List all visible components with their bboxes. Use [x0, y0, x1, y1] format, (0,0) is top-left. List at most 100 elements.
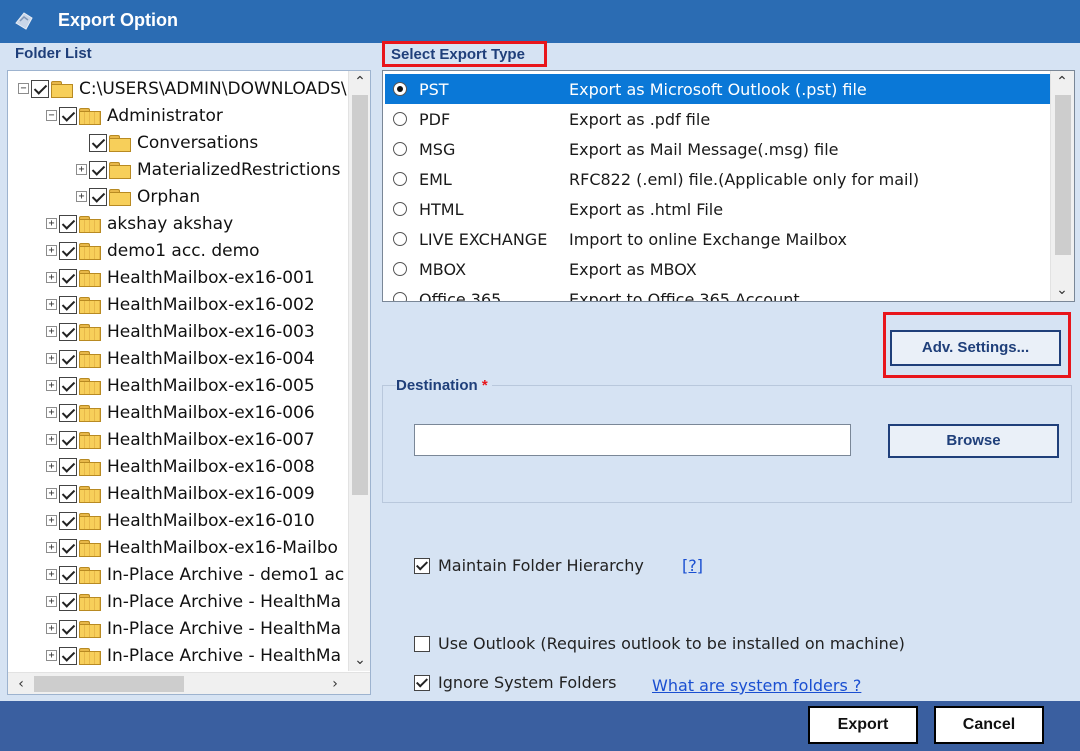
export-list-scrollbar[interactable]: ⌃ ⌄ — [1050, 71, 1074, 301]
folder-checkbox[interactable] — [59, 457, 77, 476]
folder-tree-item[interactable]: + HealthMailbox-ex16-008 — [46, 453, 315, 480]
folder-checkbox[interactable] — [59, 349, 77, 368]
export-radio-button[interactable] — [393, 172, 407, 186]
expand-icon[interactable]: + — [46, 245, 57, 256]
expand-icon[interactable]: + — [46, 218, 57, 229]
folder-tree-vertical-scrollbar[interactable]: ⌃ ⌄ — [348, 71, 370, 671]
maintain-hierarchy-help-link[interactable]: [?] — [682, 556, 703, 575]
export-option-live-exchange[interactable]: LIVE EXCHANGE Import to online Exchange M… — [385, 224, 1050, 254]
folder-tree-item[interactable]: + HealthMailbox-ex16-009 — [46, 480, 315, 507]
system-folders-help-link[interactable]: What are system folders ? — [652, 676, 861, 695]
folder-tree-item[interactable]: + HealthMailbox-ex16-002 — [46, 291, 315, 318]
expand-icon[interactable]: + — [46, 326, 57, 337]
folder-checkbox[interactable] — [59, 619, 77, 638]
folder-checkbox[interactable] — [59, 511, 77, 530]
export-option-office-365[interactable]: Office 365 Export to Office 365 Account — [385, 284, 1050, 301]
export-radio-button[interactable] — [393, 142, 407, 156]
ignore-system-folders-checkbox[interactable] — [414, 674, 430, 691]
scrollbar-thumb[interactable] — [34, 676, 184, 692]
collapse-icon[interactable]: − — [46, 110, 57, 121]
folder-tree-item[interactable]: + In-Place Archive - demo1 ac — [46, 561, 344, 588]
folder-tree-horizontal-scrollbar[interactable]: ‹ › — [8, 672, 370, 694]
folder-checkbox[interactable] — [59, 565, 77, 584]
expand-icon[interactable]: + — [46, 353, 57, 364]
export-radio-button[interactable] — [393, 232, 407, 246]
scrollbar-thumb[interactable] — [352, 95, 368, 495]
export-radio-button[interactable] — [393, 262, 407, 276]
export-option-pdf[interactable]: PDF Export as .pdf file — [385, 104, 1050, 134]
browse-button[interactable]: Browse — [888, 424, 1059, 458]
expand-icon[interactable]: + — [46, 380, 57, 391]
folder-tree-item[interactable]: + demo1 acc. demo — [46, 237, 260, 264]
folder-tree-item[interactable]: + HealthMailbox-ex16-003 — [46, 318, 315, 345]
folder-tree-item[interactable]: − C:\USERS\ADMIN\DOWNLOADS\ — [18, 75, 347, 102]
use-outlook-option[interactable]: Use Outlook (Requires outlook to be inst… — [414, 634, 905, 653]
expand-icon[interactable]: + — [46, 488, 57, 499]
folder-tree-item[interactable]: + In-Place Archive - HealthMa — [46, 615, 341, 642]
destination-path-input[interactable] — [414, 424, 851, 456]
scroll-up-icon[interactable]: ⌃ — [1051, 71, 1073, 93]
scroll-down-icon[interactable]: ⌄ — [1051, 279, 1073, 301]
scroll-right-icon[interactable]: › — [324, 673, 346, 694]
folder-tree-item[interactable]: + In-Place Archive - HealthMa — [46, 588, 341, 615]
folder-checkbox[interactable] — [59, 538, 77, 557]
expand-icon[interactable]: + — [46, 569, 57, 580]
scroll-down-icon[interactable]: ⌄ — [349, 649, 370, 671]
expand-icon[interactable]: + — [46, 434, 57, 445]
expand-icon[interactable]: + — [76, 164, 87, 175]
adv-settings-button[interactable]: Adv. Settings... — [890, 330, 1061, 366]
maintain-folder-hierarchy-checkbox[interactable] — [414, 557, 430, 574]
expand-icon[interactable]: + — [46, 596, 57, 607]
folder-checkbox[interactable] — [89, 133, 107, 152]
export-button[interactable]: Export — [808, 706, 918, 744]
export-option-msg[interactable]: MSG Export as Mail Message(.msg) file — [385, 134, 1050, 164]
folder-checkbox[interactable] — [59, 106, 77, 125]
folder-checkbox[interactable] — [59, 214, 77, 233]
folder-tree-item[interactable]: + HealthMailbox-ex16-001 — [46, 264, 315, 291]
folder-checkbox[interactable] — [89, 187, 107, 206]
ignore-system-folders-option[interactable]: Ignore System Folders — [414, 673, 617, 692]
folder-checkbox[interactable] — [59, 646, 77, 665]
export-option-pst[interactable]: PST Export as Microsoft Outlook (.pst) fi… — [385, 74, 1050, 104]
folder-checkbox[interactable] — [59, 403, 77, 422]
folder-checkbox[interactable] — [59, 430, 77, 449]
folder-checkbox[interactable] — [89, 160, 107, 179]
use-outlook-checkbox[interactable] — [414, 635, 430, 652]
folder-checkbox[interactable] — [59, 592, 77, 611]
expand-icon[interactable]: + — [46, 299, 57, 310]
folder-tree-item[interactable]: + HealthMailbox-ex16-005 — [46, 372, 315, 399]
folder-tree-item[interactable]: + Orphan — [76, 183, 200, 210]
collapse-icon[interactable]: − — [18, 83, 29, 94]
expand-icon[interactable]: + — [76, 191, 87, 202]
maintain-folder-hierarchy-option[interactable]: Maintain Folder Hierarchy — [414, 556, 644, 575]
folder-tree-item[interactable]: + HealthMailbox-ex16-006 — [46, 399, 315, 426]
folder-checkbox[interactable] — [59, 322, 77, 341]
folder-tree-item[interactable]: + HealthMailbox-ex16-004 — [46, 345, 315, 372]
export-option-eml[interactable]: EML RFC822 (.eml) file.(Applicable only f… — [385, 164, 1050, 194]
expand-icon[interactable]: + — [46, 461, 57, 472]
folder-checkbox[interactable] — [59, 484, 77, 503]
expand-icon[interactable]: + — [46, 650, 57, 661]
expand-icon[interactable]: + — [46, 407, 57, 418]
folder-checkbox[interactable] — [59, 241, 77, 260]
export-radio-button[interactable] — [393, 292, 407, 301]
export-radio-button[interactable] — [393, 82, 407, 96]
folder-tree-item[interactable]: − Administrator — [46, 102, 223, 129]
folder-tree-item[interactable]: Conversations — [76, 129, 258, 156]
expand-icon[interactable]: + — [46, 515, 57, 526]
expand-icon[interactable]: + — [46, 272, 57, 283]
export-radio-button[interactable] — [393, 112, 407, 126]
scroll-left-icon[interactable]: ‹ — [10, 673, 32, 694]
scroll-up-icon[interactable]: ⌃ — [349, 71, 370, 93]
folder-tree-item[interactable]: + HealthMailbox-ex16-007 — [46, 426, 315, 453]
expand-icon[interactable]: + — [46, 542, 57, 553]
expand-icon[interactable]: + — [46, 623, 57, 634]
folder-checkbox[interactable] — [59, 295, 77, 314]
export-radio-button[interactable] — [393, 202, 407, 216]
folder-tree-item[interactable]: + HealthMailbox-ex16-Mailbo — [46, 534, 338, 561]
cancel-button[interactable]: Cancel — [934, 706, 1044, 744]
folder-tree-item[interactable]: + MaterializedRestrictions — [76, 156, 340, 183]
folder-checkbox[interactable] — [59, 376, 77, 395]
folder-tree-item[interactable]: + HealthMailbox-ex16-010 — [46, 507, 315, 534]
folder-tree-item[interactable]: + akshay akshay — [46, 210, 233, 237]
